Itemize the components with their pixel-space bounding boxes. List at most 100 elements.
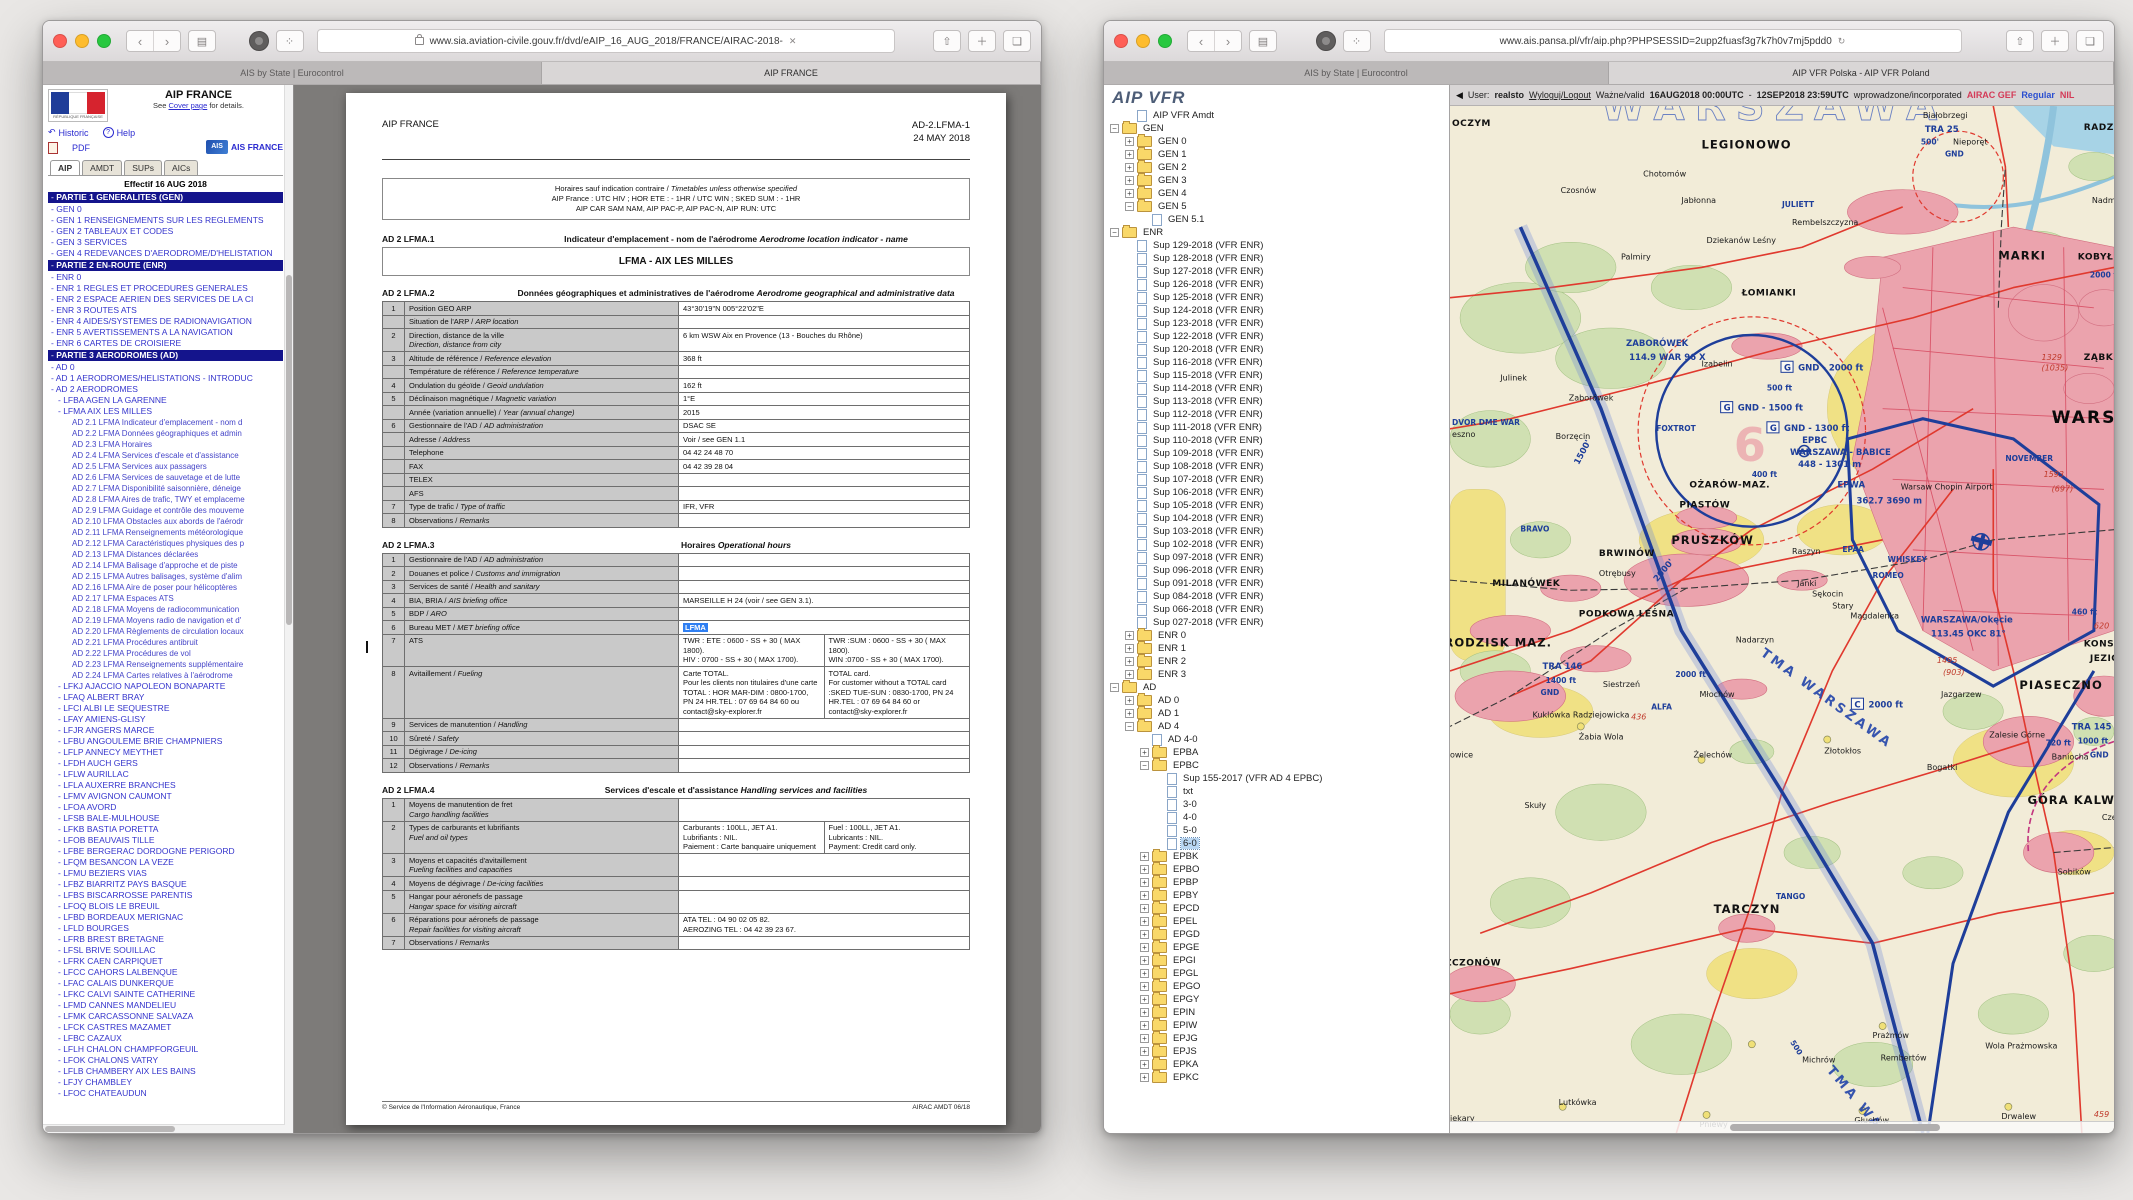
toc-link[interactable]: AD 2.21 LFMA Procédures antibruit [48, 637, 283, 648]
tree-item-sup-109-2018-vfr-enr-[interactable]: Sup 109-2018 (VFR ENR) [1104, 447, 1449, 460]
tree-expander-icon[interactable]: + [1125, 670, 1134, 679]
tree-expander-icon[interactable]: − [1140, 761, 1149, 770]
ais-france-link[interactable]: AISAIS FRANCE [206, 140, 283, 154]
toc-link[interactable]: LFLP ANNECY MEYTHET [48, 747, 283, 758]
toc-link[interactable]: LFQM BESANCON LA VEZE [48, 857, 283, 868]
toc-link[interactable]: LFAY AMIENS-GLISY [48, 714, 283, 725]
tree-expander-icon[interactable]: + [1140, 1060, 1149, 1069]
pdf-link[interactable]: PDF [48, 142, 90, 154]
toc-part-header[interactable]: PARTIE 1 GENERALITES (GEN) [48, 192, 283, 203]
tree-item-txt[interactable]: txt [1104, 785, 1449, 798]
toc-link[interactable]: AD 2.12 LFMA Caractéristiques physiques … [48, 538, 283, 549]
toc-link[interactable]: LFOB BEAUVAIS TILLE [48, 835, 283, 846]
toc-link[interactable]: AD 2.16 LFMA Aire de poser pour hélicopt… [48, 582, 283, 593]
toc-link[interactable]: LFOA AVORD [48, 802, 283, 813]
tree-expander-icon[interactable]: + [1125, 176, 1134, 185]
toc-link[interactable]: AD 2 AERODROMES [48, 384, 283, 395]
map-horizontal-scrollbar[interactable] [1450, 1121, 2114, 1133]
tree-item-sup-027-2018-vfr-enr-[interactable]: Sup 027-2018 (VFR ENR) [1104, 616, 1449, 629]
toc-link[interactable]: LFLD BOURGES [48, 923, 283, 934]
toc-link[interactable]: AD 2.10 LFMA Obstacles aux abords de l'a… [48, 516, 283, 527]
toc-link[interactable]: LFOK CHALONS VATRY [48, 1055, 283, 1066]
tree-expander-icon[interactable]: + [1125, 631, 1134, 640]
tree-item-sup-108-2018-vfr-enr-[interactable]: Sup 108-2018 (VFR ENR) [1104, 460, 1449, 473]
toc-link[interactable]: AD 2.9 LFMA Guidage et contrôle des mouv… [48, 505, 283, 516]
tree-item-gen-1[interactable]: +GEN 1 [1104, 148, 1449, 161]
back-button[interactable]: ‹ [127, 31, 154, 51]
tree-expander-icon[interactable]: + [1140, 878, 1149, 887]
tab-overview-icon[interactable]: ❏ [1003, 30, 1031, 52]
toc-link[interactable]: AD 2.19 LFMA Moyens radio de navigation … [48, 615, 283, 626]
tree-item-sup-106-2018-vfr-enr-[interactable]: Sup 106-2018 (VFR ENR) [1104, 486, 1449, 499]
tree-item-sup-123-2018-vfr-enr-[interactable]: Sup 123-2018 (VFR ENR) [1104, 317, 1449, 330]
toc-link[interactable]: LFAC CALAIS DUNKERQUE [48, 978, 283, 989]
forward-button[interactable]: › [1215, 31, 1241, 51]
sidebar-toggle-icon[interactable]: ▤ [188, 30, 216, 52]
toc-link[interactable]: LFCC CAHORS LALBENQUE [48, 967, 283, 978]
tab-ais-by-state[interactable]: AIS by State | Eurocontrol [1104, 62, 1609, 84]
sidebar-toggle-icon[interactable]: ▤ [1249, 30, 1277, 52]
toc-link[interactable]: AD 2.8 LFMA Aires de trafic, TWY et empl… [48, 494, 283, 505]
forward-button[interactable]: › [154, 31, 180, 51]
tree-item-sup-097-2018-vfr-enr-[interactable]: Sup 097-2018 (VFR ENR) [1104, 551, 1449, 564]
grid-icon[interactable]: ⁘ [276, 30, 304, 52]
url-field[interactable]: www.sia.aviation-civile.gouv.fr/dvd/eAIP… [317, 29, 895, 53]
share-icon[interactable]: ⇧ [2006, 30, 2034, 52]
zoom-button[interactable] [97, 34, 111, 48]
tree-item-sup-126-2018-vfr-enr-[interactable]: Sup 126-2018 (VFR ENR) [1104, 278, 1449, 291]
toc-link[interactable]: LFCK CASTRES MAZAMET [48, 1022, 283, 1033]
tree-expander-icon[interactable]: + [1140, 865, 1149, 874]
toc-link[interactable]: ENR 1 REGLES ET PROCEDURES GENERALES [48, 283, 283, 294]
toc-link[interactable]: AD 2.22 LFMA Procédures de vol [48, 648, 283, 659]
tree-item-sup-124-2018-vfr-enr-[interactable]: Sup 124-2018 (VFR ENR) [1104, 304, 1449, 317]
toc-link[interactable]: LFJY CHAMBLEY [48, 1077, 283, 1088]
sidebar-tab-amdt[interactable]: AMDT [82, 160, 122, 175]
toc-link[interactable]: AD 2.17 LFMA Espaces ATS [48, 593, 283, 604]
tree-item-gen-0[interactable]: +GEN 0 [1104, 135, 1449, 148]
toc-link[interactable]: AD 2.4 LFMA Services d'escale et d'assis… [48, 450, 283, 461]
sidebar-vertical-scrollbar[interactable] [284, 85, 293, 1133]
tree-item-ad-1[interactable]: +AD 1 [1104, 707, 1449, 720]
toc-link[interactable]: LFBE BERGERAC DORDOGNE PERIGORD [48, 846, 283, 857]
toc-link[interactable]: LFMV AVIGNON CAUMONT [48, 791, 283, 802]
toc-link[interactable]: ENR 3 ROUTES ATS [48, 305, 283, 316]
toc-link[interactable]: GEN 2 TABLEAUX ET CODES [48, 226, 283, 237]
tree-item-gen-5[interactable]: −GEN 5 [1104, 200, 1449, 213]
toc-link[interactable]: LFRB BREST BRETAGNE [48, 934, 283, 945]
close-button[interactable] [53, 34, 67, 48]
cover-page-link[interactable]: Cover page [168, 101, 207, 110]
toc-link[interactable]: ENR 4 AIDES/SYSTEMES DE RADIONAVIGATION [48, 316, 283, 327]
tree-item-ad-4[interactable]: −AD 4 [1104, 720, 1449, 733]
tree-expander-icon[interactable]: + [1125, 709, 1134, 718]
tree-item-sup-091-2018-vfr-enr-[interactable]: Sup 091-2018 (VFR ENR) [1104, 577, 1449, 590]
tree-item-enr[interactable]: −ENR [1104, 226, 1449, 239]
toc-link[interactable]: LFBD BORDEAUX MERIGNAC [48, 912, 283, 923]
tree-item-sup-105-2018-vfr-enr-[interactable]: Sup 105-2018 (VFR ENR) [1104, 499, 1449, 512]
toc-link[interactable]: LFMK CARCASSONNE SALVAZA [48, 1011, 283, 1022]
tree-expander-icon[interactable]: + [1140, 1021, 1149, 1030]
tree-expander-icon[interactable]: − [1125, 722, 1134, 731]
toc-link[interactable]: AD 2.13 LFMA Distances déclarées [48, 549, 283, 560]
collapse-tree-icon[interactable]: ◀ [1456, 90, 1463, 101]
toc-link[interactable]: AD 2.15 LFMA Autres balisages, système d… [48, 571, 283, 582]
tree-expander-icon[interactable]: − [1125, 202, 1134, 211]
toc-link[interactable]: LFRK CAEN CARPIQUET [48, 956, 283, 967]
tab-aip-france[interactable]: AIP FRANCE [542, 62, 1041, 84]
toc-link[interactable]: LFBZ BIARRITZ PAYS BASQUE [48, 879, 283, 890]
toc-link[interactable]: AD 2.20 LFMA Règlements de circulation l… [48, 626, 283, 637]
toc-link[interactable]: AD 2.7 LFMA Disponibilité saisonnière, d… [48, 483, 283, 494]
toc-link[interactable]: LFMU BEZIERS VIAS [48, 868, 283, 879]
toc-link[interactable]: AD 2.18 LFMA Moyens de radiocommunicatio… [48, 604, 283, 615]
share-icon[interactable]: ⇧ [933, 30, 961, 52]
toc-link[interactable]: AD 2.23 LFMA Renseignements supplémentai… [48, 659, 283, 670]
tree-expander-icon[interactable]: + [1125, 657, 1134, 666]
tree-item-sup-084-2018-vfr-enr-[interactable]: Sup 084-2018 (VFR ENR) [1104, 590, 1449, 603]
toc-link[interactable]: LFAQ ALBERT BRAY [48, 692, 283, 703]
tab-ais-by-state[interactable]: AIS by State | Eurocontrol [43, 62, 542, 84]
tree-item-sup-120-2018-vfr-enr-[interactable]: Sup 120-2018 (VFR ENR) [1104, 343, 1449, 356]
toc-link[interactable]: LFSL BRIVE SOUILLAC [48, 945, 283, 956]
tree-item-4-0[interactable]: 4-0 [1104, 811, 1449, 824]
tree-item-epkc[interactable]: +EPKC [1104, 1071, 1449, 1084]
sidebar-tab-aip[interactable]: AIP [50, 160, 80, 175]
sidebar-horizontal-scrollbar[interactable] [43, 1124, 285, 1133]
